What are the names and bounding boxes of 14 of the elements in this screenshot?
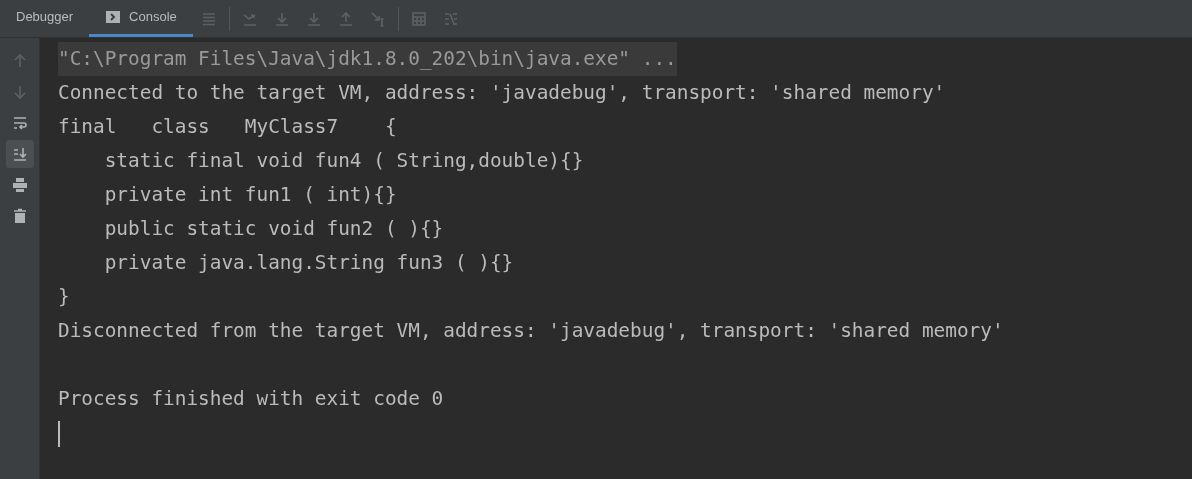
console-output: private int fun1 ( int){} (103, 182, 397, 208)
scroll-to-end-icon[interactable] (6, 140, 34, 168)
console-output: static final void fun4 ( String,double){} (103, 148, 584, 174)
console-output: Process finished with exit code 0 (58, 386, 444, 412)
console-output: public static void fun2 ( ){} (103, 216, 444, 242)
console-icon (105, 9, 122, 25)
console-output: } (58, 284, 70, 310)
tab[interactable]: Debugger (0, 0, 90, 37)
console-output: private java.lang.String fun3 ( ){} (103, 250, 514, 276)
console-output: Disconnected from the target VM, address: 'javadebug', transport: 'shared memory' (58, 318, 1004, 344)
tab[interactable]: Console (89, 0, 193, 37)
console-output: Connected to the target VM, address: 'javadebug', transport: 'shared memory' (58, 80, 946, 106)
text-cursor (58, 420, 60, 447)
console-output: final class MyClass7 { (58, 114, 397, 140)
